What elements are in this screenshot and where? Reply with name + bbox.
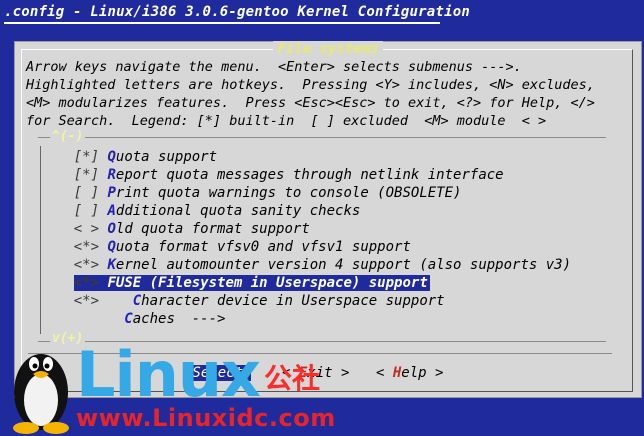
menu-item-indent [40, 167, 74, 183]
menu-item-indent [40, 149, 74, 165]
menu-item-indent [40, 275, 74, 291]
menu-item-state: [*] [73, 149, 100, 165]
menu-item-label: dditional quota sanity checks [115, 203, 361, 219]
menu-item-hotkey: R [107, 167, 116, 183]
help-line: for Search. Legend: [*] built-in [ ] exc… [26, 113, 547, 129]
menu-item-label: ld quota format support [115, 221, 310, 237]
menu-item[interactable]: [*] Report quota messages through netlin… [40, 166, 504, 184]
help-line: <M> modularizes features. Press <Esc><Es… [26, 95, 595, 111]
menu-item-content: <*> FUSE (Filesystem in Userspace) suppo… [73, 275, 430, 291]
menu-item-state: <*> [73, 257, 100, 273]
watermark-brand: Linux [76, 338, 261, 411]
menu-item-content: [*] Quota support [74, 149, 217, 165]
menu-item-label: uota format vfsv0 and vfsv1 support [115, 239, 411, 255]
menu-item-indent [40, 293, 74, 309]
menu-item[interactable]: <*> Kernel automounter version 4 support… [40, 256, 571, 274]
menu-item-indent [40, 311, 74, 327]
menu-item-content: [*] Report quota messages through netlin… [74, 167, 504, 183]
menu-item-hotkey: Q [107, 149, 116, 165]
menu-item-hotkey: O [107, 221, 116, 237]
menu-item-state: [ ] [73, 185, 100, 201]
menu-item-label: uota support [115, 149, 218, 165]
menu-item-hotkey: C [132, 293, 142, 309]
help-line: Highlighted letters are hotkeys. Pressin… [26, 77, 595, 93]
menu-item-label: aches ---> [132, 311, 226, 327]
title-underline [4, 22, 440, 24]
window-title: .config - Linux/i386 3.0.6-gentoo Kernel… [0, 0, 644, 24]
help-button-rest: elp > [401, 365, 444, 381]
help-button-prefix: < [376, 365, 393, 381]
menu-item[interactable]: [*] Quota support [40, 148, 217, 166]
menu-item-content: < > Old quota format support [74, 221, 310, 237]
menu-item-content: Caches ---> [74, 311, 226, 327]
menu-item-label: rint quota warnings to console (OBSOLETE… [115, 185, 462, 201]
menu-item-state: <*> [73, 239, 100, 255]
menu-item-gap [99, 293, 133, 309]
menu-item-gap [74, 311, 125, 327]
menu-item-hotkey: A [107, 203, 116, 219]
menu-item-hotkey: F [107, 275, 116, 291]
menu-item-content: <*> Quota format vfsv0 and vfsv1 support [74, 239, 411, 255]
menu-item-label: USE (Filesystem in Userspace) support [115, 275, 428, 291]
menu-item-label: eport quota messages through netlink int… [115, 167, 504, 183]
menu-item-content: [ ] Additional quota sanity checks [74, 203, 361, 219]
menu-item-content: <*> Kernel automounter version 4 support… [74, 257, 571, 273]
menu-item-state: <*> [73, 293, 100, 309]
help-text: Arrow keys navigate the menu. <Enter> se… [26, 58, 626, 130]
menu-item-indent [40, 239, 74, 255]
menu-item-state: [*] [73, 167, 100, 183]
menu-item[interactable]: <*> Character device in Userspace suppor… [40, 292, 445, 310]
menu-item-content: <*> Character device in Userspace suppor… [74, 293, 445, 309]
dialog-title: File systems [15, 41, 641, 57]
help-button[interactable]: < Help > [376, 365, 443, 381]
menu-item-indent [40, 257, 74, 273]
menu-item[interactable]: Caches ---> [40, 310, 225, 328]
menu-item-indent [40, 203, 74, 219]
menu-item-hotkey: K [107, 257, 116, 273]
watermark-cn: 公社 [264, 362, 321, 395]
menu-item-state: [ ] [73, 203, 100, 219]
menu-item-indent [40, 185, 74, 201]
dialog-title-text: File systems [273, 41, 383, 57]
menu-item-state: < > [73, 221, 100, 237]
menu-item-label: haracter device in Userspace support [141, 293, 445, 309]
menu-item-hotkey: C [124, 311, 133, 327]
menu-item-hotkey: P [107, 185, 116, 201]
help-line: Arrow keys navigate the menu. <Enter> se… [26, 59, 522, 75]
menu-item[interactable]: [ ] Additional quota sanity checks [40, 202, 361, 220]
tux-penguin-icon [13, 354, 69, 434]
menu-item[interactable]: < > Old quota format support [40, 220, 310, 238]
menu-item[interactable]: [ ] Print quota warnings to console (OBS… [40, 184, 462, 202]
watermark-url: www.Linuxidc.com [76, 404, 336, 432]
scroll-up-marker[interactable]: ^(-) [50, 129, 86, 144]
menu-item-hotkey: Q [107, 239, 116, 255]
menu-item-state: <*> [73, 275, 100, 291]
menu-item[interactable]: <*> Quota format vfsv0 and vfsv1 support [40, 238, 411, 256]
menu-item-content: [ ] Print quota warnings to console (OBS… [74, 185, 462, 201]
menu-item[interactable]: <*> FUSE (Filesystem in Userspace) suppo… [40, 274, 430, 292]
menu-item-label: ernel automounter version 4 support (als… [115, 257, 572, 273]
menu-item-indent [40, 221, 74, 237]
